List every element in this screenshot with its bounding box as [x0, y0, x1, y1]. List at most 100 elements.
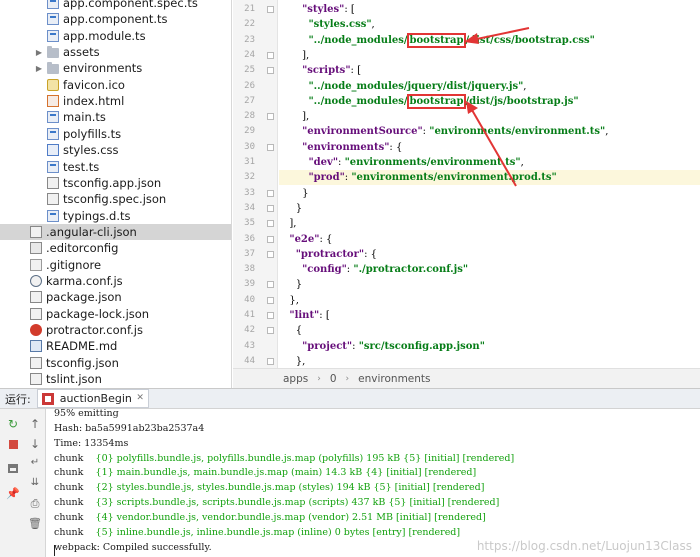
json-file-icon — [30, 356, 42, 369]
trash-icon[interactable]: 🗑 — [28, 516, 42, 530]
breadcrumb-item[interactable]: apps — [283, 373, 308, 385]
fold-marker-icon[interactable] — [267, 113, 274, 121]
fold-marker-icon[interactable] — [267, 312, 274, 319]
code-line: ], — [283, 109, 309, 124]
breadcrumb-separator-icon: › — [317, 373, 321, 384]
code-token: { — [295, 325, 303, 337]
line-number: 28 — [244, 111, 255, 122]
code-line: "config": "./protractor.conf.js" — [283, 262, 468, 277]
tree-item[interactable]: tslint.json — [30, 371, 102, 387]
code-line: }, — [283, 293, 299, 308]
fold-marker-icon[interactable] — [267, 357, 274, 365]
tree-item[interactable]: package-lock.json — [30, 306, 149, 322]
layout-icon[interactable] — [6, 461, 20, 475]
breadcrumb[interactable]: apps › 0 › environments — [233, 368, 700, 388]
fold-marker-icon[interactable] — [267, 296, 274, 304]
folder-icon — [47, 45, 59, 58]
code-line: "dev": "environments/environment.ts", — [283, 155, 524, 170]
run-tab-auctionbegin[interactable]: auctionBegin ✕ — [36, 389, 149, 408]
tree-item[interactable]: test.ts — [47, 159, 99, 175]
breadcrumb-item[interactable]: environments — [358, 373, 430, 385]
fold-marker-icon[interactable] — [267, 250, 274, 258]
fold-marker-icon[interactable] — [267, 327, 274, 335]
tree-item[interactable]: tsconfig.app.json — [47, 175, 161, 191]
soft-wrap-icon[interactable]: ↵ — [28, 456, 42, 470]
code-token: "environments/environment.ts" — [344, 157, 521, 168]
code-line: } — [283, 201, 302, 216]
git-file-icon — [30, 258, 42, 271]
fold-marker-icon[interactable] — [267, 204, 274, 212]
tree-item[interactable]: app.component.spec.ts — [47, 0, 198, 11]
fold-marker-icon[interactable] — [267, 235, 274, 243]
stop-icon[interactable] — [6, 437, 20, 451]
code-line: "styles": [ — [283, 2, 355, 17]
tree-item[interactable]: app.module.ts — [47, 28, 146, 44]
breadcrumb-item[interactable]: 0 — [330, 373, 337, 385]
arrow-down-icon[interactable]: ↓ — [28, 437, 42, 451]
fold-marker-icon[interactable] — [267, 143, 274, 151]
fold-marker-icon[interactable] — [267, 67, 274, 75]
code-editor[interactable]: 21 22 23 24 25 26 27 28 29 30 31 32 33 34 35 36 37 38 39 40… — [233, 0, 700, 368]
tree-item[interactable]: protractor.conf.js — [30, 322, 143, 338]
tree-item[interactable]: karma.conf.js — [30, 273, 123, 289]
line-number: 44 — [244, 355, 255, 366]
tree-item-label: styles.css — [63, 143, 119, 158]
tree-item[interactable]: ▶ assets — [34, 44, 100, 60]
tree-item[interactable]: tsconfig.spec.json — [47, 191, 166, 207]
arrow-up-icon[interactable]: ↑ — [28, 417, 42, 431]
chevron-right-icon[interactable]: ▶ — [34, 48, 44, 57]
pin-icon[interactable]: 📌 — [6, 486, 20, 500]
tree-item[interactable]: .gitignore — [30, 257, 101, 273]
watermark: https://blog.csdn.net/Luojun13Class — [476, 539, 692, 553]
tree-item[interactable]: index.html — [47, 93, 124, 109]
rerun-icon[interactable]: ↻ — [6, 417, 20, 431]
console-line: Hash: ba5a5991ab23ba2537a4 — [54, 421, 204, 436]
code-token: "environmentSource" — [302, 126, 423, 138]
tree-item[interactable]: README.md — [30, 338, 117, 354]
fold-marker-icon[interactable] — [267, 220, 274, 228]
print-icon[interactable]: ⎙ — [28, 496, 42, 510]
code-line: "e2e": { — [283, 232, 332, 247]
tree-item[interactable]: ▶ environments — [34, 60, 142, 76]
chevron-right-icon[interactable]: ▶ — [34, 64, 44, 73]
tree-item[interactable]: styles.css — [47, 142, 119, 158]
tree-item[interactable]: typings.d.ts — [47, 208, 131, 224]
code-line: "protractor": { — [283, 247, 377, 262]
tree-item-label: .editorconfig — [46, 241, 119, 256]
tree-item-label: app.component.spec.ts — [63, 0, 198, 10]
breadcrumb-separator-icon: › — [345, 373, 350, 384]
fold-marker-icon[interactable] — [267, 189, 274, 197]
console-output[interactable]: https://blog.csdn.net/Luojun13Class 95% … — [47, 409, 700, 557]
tree-item[interactable]: .angular-cli.json — [0, 223, 231, 240]
code-token: , — [520, 157, 524, 168]
tree-item[interactable]: main.ts — [47, 109, 106, 125]
tree-item[interactable]: package.json — [30, 289, 122, 305]
tree-item-label: README.md — [46, 339, 118, 354]
code-line: { — [283, 323, 302, 338]
code-token: }, — [295, 355, 306, 367]
tree-item-label: typings.d.ts — [63, 208, 131, 223]
project-tree: app.component.spec.ts app.component.ts app… — [0, 0, 232, 388]
tree-item-label: package-lock.json — [46, 306, 150, 321]
tree-item[interactable]: polyfills.ts — [47, 126, 121, 142]
line-number: 23 — [244, 34, 255, 45]
fold-marker-icon[interactable] — [267, 281, 274, 289]
tree-item[interactable]: tsconfig.json — [30, 355, 119, 371]
close-icon[interactable]: ✕ — [136, 393, 144, 403]
tree-item[interactable]: favicon.ico — [47, 77, 125, 93]
code-token: ], — [289, 218, 297, 230]
editor-gutter: 21 22 23 24 25 26 27 28 29 30 31 32 33 34 35 36 37 38 39 40… — [233, 0, 278, 368]
console-text: {0} polyfills.bundle.js, polyfills.bundl… — [95, 452, 515, 464]
console-line: chunk {0} polyfills.bundle.js, polyfills… — [54, 451, 514, 466]
fold-marker-icon[interactable] — [267, 6, 274, 13]
tree-item-label: tsconfig.spec.json — [63, 192, 167, 207]
tree-item[interactable]: app.component.ts — [47, 11, 168, 27]
scroll-to-end-icon[interactable]: ⇊ — [28, 476, 42, 490]
fold-marker-icon[interactable] — [267, 51, 274, 59]
tree-item[interactable]: .editorconfig — [30, 240, 118, 256]
code-token: , — [605, 126, 609, 138]
